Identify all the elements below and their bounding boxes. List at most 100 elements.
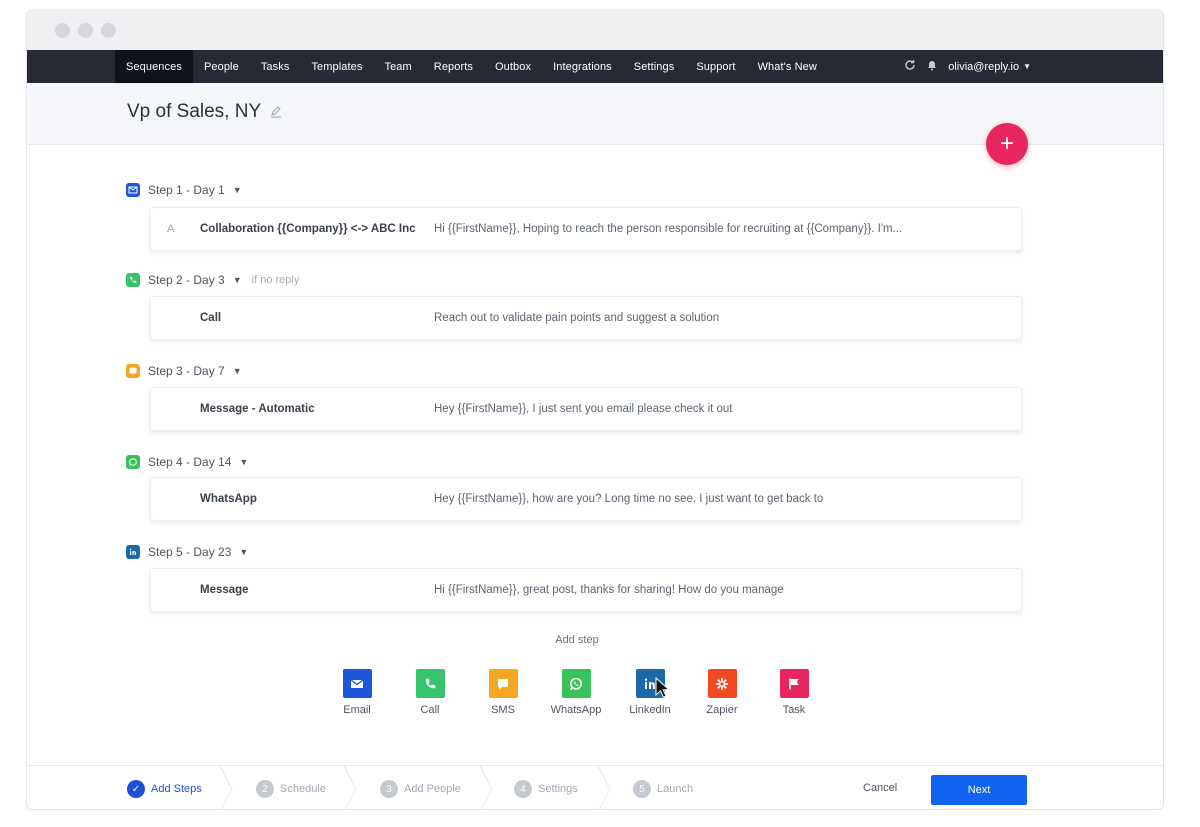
wizard-step-label: Add Steps xyxy=(151,783,202,795)
nav-item-whats-new[interactable]: What's New xyxy=(747,50,828,83)
email-icon xyxy=(126,183,140,197)
phone-icon xyxy=(126,273,140,287)
tool-label: Email xyxy=(343,704,371,716)
chevron-down-icon[interactable]: ▼ xyxy=(233,275,242,285)
sms-icon xyxy=(126,364,140,378)
add-zapier-button[interactable]: Zapier xyxy=(691,669,753,716)
nav-item-team[interactable]: Team xyxy=(373,50,422,83)
add-whatsapp-button[interactable]: WhatsApp xyxy=(545,669,607,716)
nav-item-support[interactable]: Support xyxy=(685,50,746,83)
edit-pencil-icon[interactable] xyxy=(269,104,283,121)
add-call-button[interactable]: Call xyxy=(399,669,461,716)
tool-label: Task xyxy=(782,704,806,716)
nav-item-tasks[interactable]: Tasks xyxy=(250,50,301,83)
nav-item-settings[interactable]: Settings xyxy=(623,50,686,83)
step-header[interactable]: Step 3 - Day 7 ▼ xyxy=(126,364,252,378)
email-icon xyxy=(342,669,372,698)
add-sms-button[interactable]: SMS xyxy=(472,669,534,716)
linkedin-icon xyxy=(126,545,140,559)
chevron-down-icon[interactable]: ▼ xyxy=(239,547,248,557)
step-name: Call xyxy=(200,312,222,324)
step-name: Message xyxy=(200,584,249,596)
step-label: Step 3 - Day 7 xyxy=(148,364,225,378)
wizard-separator xyxy=(219,766,233,809)
wizard-step-label: Settings xyxy=(538,783,578,795)
wizard-footer: ✓ Add Steps 2 Schedule 3 Add People 4 Se… xyxy=(27,765,1163,809)
window-close-dot[interactable] xyxy=(55,23,70,38)
add-linkedin-button[interactable]: LinkedIn xyxy=(619,669,681,716)
chevron-down-icon[interactable]: ▼ xyxy=(239,457,248,467)
flag-icon xyxy=(779,669,809,698)
step-condition: if no reply xyxy=(251,274,300,286)
user-menu[interactable]: olivia@reply.io ▼ xyxy=(948,61,1031,73)
window-minimize-dot[interactable] xyxy=(78,23,93,38)
window-maximize-dot[interactable] xyxy=(101,23,116,38)
refresh-icon[interactable] xyxy=(904,59,916,74)
whatsapp-icon xyxy=(126,455,140,469)
next-button[interactable]: Next xyxy=(931,775,1027,805)
step-preview: Reach out to validate pain points and su… xyxy=(434,312,720,324)
wizard-step-label: Launch xyxy=(657,783,694,795)
step-card[interactable]: WhatsApp Hey {{FirstName}}, how are you?… xyxy=(150,477,1022,521)
page-title: Vp of Sales, NY xyxy=(127,101,283,123)
window-chrome xyxy=(27,11,1163,50)
step-header[interactable]: Step 2 - Day 3 ▼ if no reply xyxy=(126,273,299,287)
step-card[interactable]: A Collaboration {{Company}} <-> ABC Inc … xyxy=(150,207,1022,251)
step-number: 2 xyxy=(256,780,274,798)
wizard-separator xyxy=(343,766,357,809)
step-label: Step 2 - Day 3 xyxy=(148,273,225,287)
wizard-step-schedule[interactable]: 2 Schedule xyxy=(256,766,326,809)
chevron-down-icon[interactable]: ▼ xyxy=(233,366,242,376)
step-card[interactable]: Message - Automatic Hey {{FirstName}}, I… xyxy=(150,387,1022,431)
step-name: Collaboration {{Company}} <-> ABC Inc xyxy=(200,223,416,235)
phone-icon xyxy=(415,669,445,698)
variant-letter: A xyxy=(167,223,175,235)
step-header[interactable]: Step 5 - Day 23 ▼ xyxy=(126,545,258,559)
check-icon: ✓ xyxy=(127,780,145,798)
step-label: Step 5 - Day 23 xyxy=(148,545,232,559)
wizard-separator xyxy=(479,766,493,809)
tool-label: WhatsApp xyxy=(550,704,602,716)
step-header[interactable]: Step 1 - Day 1 ▼ xyxy=(126,183,252,197)
wizard-step-label: Add People xyxy=(404,783,461,795)
sms-icon xyxy=(488,669,518,698)
nav-right: olivia@reply.io ▼ xyxy=(904,50,1031,83)
nav-item-integrations[interactable]: Integrations xyxy=(542,50,623,83)
add-email-button[interactable]: Email xyxy=(326,669,388,716)
wizard-step-add-people[interactable]: 3 Add People xyxy=(380,766,461,809)
wizard-separator xyxy=(597,766,611,809)
wizard-step-label: Schedule xyxy=(280,783,326,795)
nav-item-sequences[interactable]: Sequences xyxy=(115,50,193,83)
step-card[interactable]: Call Reach out to validate pain points a… xyxy=(150,296,1022,340)
chevron-down-icon: ▼ xyxy=(1023,62,1031,71)
wizard-step-add-steps[interactable]: ✓ Add Steps xyxy=(127,766,202,809)
nav-item-people[interactable]: People xyxy=(193,50,250,83)
wizard-step-launch[interactable]: 5 Launch xyxy=(633,766,694,809)
add-step-label: Add step xyxy=(555,634,599,646)
tool-label: Call xyxy=(420,704,440,716)
zapier-icon xyxy=(707,669,737,698)
step-card[interactable]: Message Hi {{FirstName}}, great post, th… xyxy=(150,568,1022,612)
step-preview: Hey {{FirstName}}, how are you? Long tim… xyxy=(434,493,824,505)
user-email: olivia@reply.io xyxy=(948,60,1020,73)
step-preview: Hey {{FirstName}}, I just sent you email… xyxy=(434,403,733,415)
bell-icon[interactable] xyxy=(926,59,938,74)
nav-item-reports[interactable]: Reports xyxy=(423,50,484,83)
wizard-step-settings[interactable]: 4 Settings xyxy=(514,766,578,809)
step-name: WhatsApp xyxy=(200,493,257,505)
app-window: Sequences People Tasks Templates Team Re… xyxy=(26,10,1164,810)
step-preview: Hi {{FirstName}}, Hoping to reach the pe… xyxy=(434,223,903,235)
nav-item-templates[interactable]: Templates xyxy=(300,50,373,83)
step-name: Message - Automatic xyxy=(200,403,315,415)
cancel-button[interactable]: Cancel xyxy=(863,782,897,794)
chevron-down-icon[interactable]: ▼ xyxy=(233,185,242,195)
step-header[interactable]: Step 4 - Day 14 ▼ xyxy=(126,455,258,469)
nav-item-outbox[interactable]: Outbox xyxy=(484,50,542,83)
add-task-button[interactable]: Task xyxy=(763,669,825,716)
step-label: Step 1 - Day 1 xyxy=(148,183,225,197)
mouse-cursor-icon xyxy=(655,677,671,698)
step-number: 5 xyxy=(633,780,651,798)
sequence-name: Vp of Sales, NY xyxy=(127,101,262,122)
add-step-fab[interactable]: + xyxy=(986,123,1028,165)
step-preview: Hi {{FirstName}}, great post, thanks for… xyxy=(434,584,784,596)
